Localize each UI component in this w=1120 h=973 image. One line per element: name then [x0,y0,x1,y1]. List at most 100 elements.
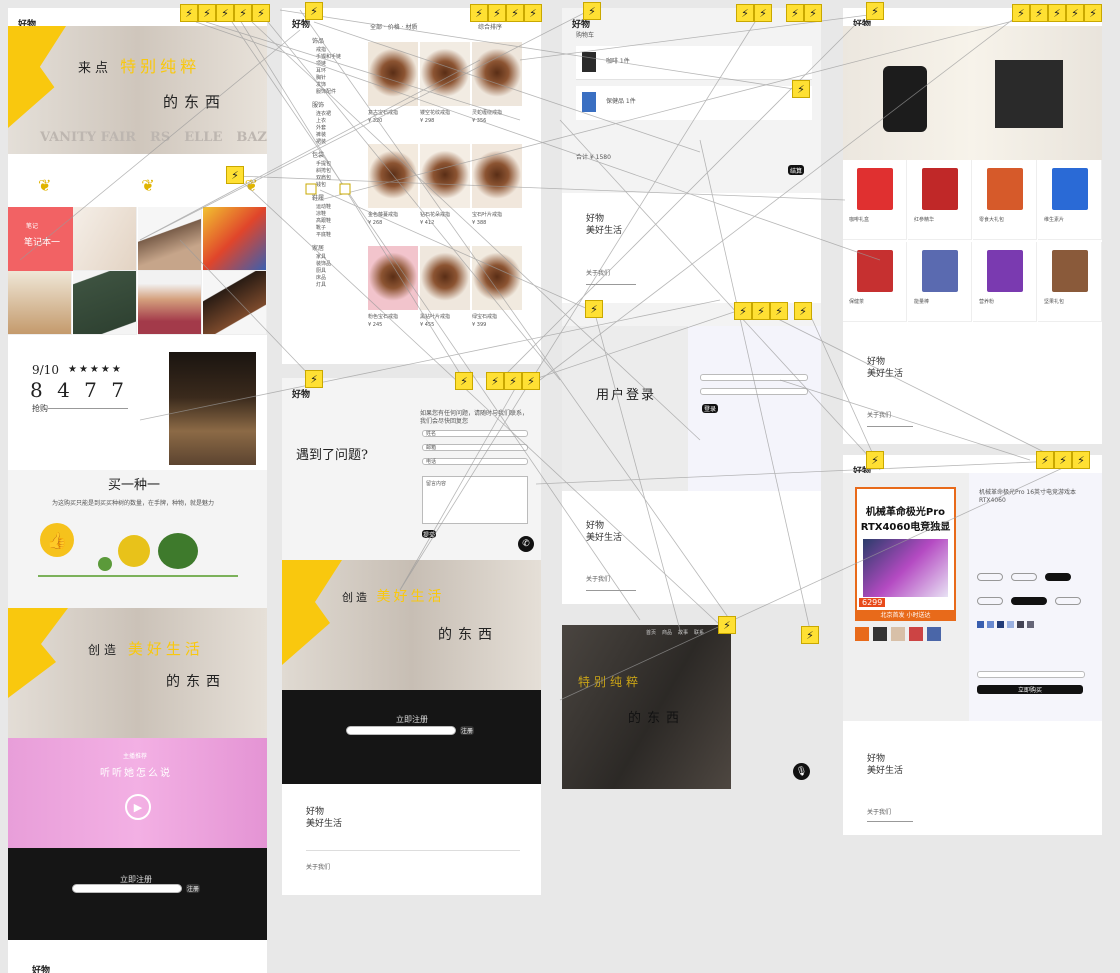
sidebar-group-title[interactable]: 家居 [312,245,324,253]
swatch[interactable] [1007,621,1014,628]
interaction-bolt-icon[interactable] [786,4,804,22]
cart-item[interactable]: 保健品 1件 [576,86,812,120]
interaction-bolt-icon[interactable] [1036,451,1054,469]
sidebar-item[interactable]: 厨具 [316,268,326,274]
interaction-bolt-icon[interactable] [754,4,772,22]
interaction-bolt-icon[interactable] [252,4,270,22]
footer2-link[interactable]: 关于我们 [586,576,610,584]
interaction-bolt-icon[interactable] [305,2,323,20]
footer-link[interactable]: 关于我们 [867,412,891,420]
subscribe-input[interactable] [346,726,456,735]
option-chip[interactable] [977,573,1003,581]
grid-tile[interactable] [8,271,72,335]
interaction-bolt-icon[interactable] [1072,451,1090,469]
interaction-bolt-icon[interactable] [524,4,542,22]
laptop-ad[interactable]: 机械革命极光Pro RTX4060电竞独显 6299 北京首发 小时送达 [855,487,956,621]
subscribe-input[interactable] [72,884,182,893]
sort-select[interactable]: 综合排序 [478,24,502,32]
contact-message[interactable]: 留言内容 [422,476,528,524]
nav-item[interactable]: 故事 [678,629,688,637]
sidebar-item[interactable]: 戒指 [316,47,326,53]
sidebar-item[interactable]: 灯具 [316,282,326,288]
swatch[interactable] [997,621,1004,628]
interaction-bolt-icon[interactable] [506,4,524,22]
logo[interactable]: 好物 [292,387,310,400]
interaction-bolt-icon[interactable] [1084,4,1102,22]
login-password[interactable] [700,388,808,395]
interaction-bolt-icon[interactable] [1066,4,1084,22]
footer-link[interactable]: 关于我们 [306,864,330,872]
interaction-bolt-icon[interactable] [198,4,216,22]
top-filter[interactable]: 全部 · 价格 · 材质 [370,24,417,32]
interaction-bolt-icon[interactable] [305,370,323,388]
sidebar-item[interactable]: 项链 [316,61,326,67]
contact-email[interactable] [422,444,528,451]
product-card[interactable]: 钻石花朵戒指 ¥ 412 [420,144,470,242]
grid-tile[interactable] [73,207,137,271]
sidebar-item[interactable]: 发饰 [316,82,326,88]
nav-item[interactable]: 商品 [662,629,672,637]
interaction-bolt-icon[interactable] [1054,451,1072,469]
sidebar-item[interactable]: 耳环 [316,68,326,74]
interaction-bolt-icon[interactable] [718,616,736,634]
footer-link[interactable]: 关于我们 [867,809,891,817]
interaction-bolt-icon[interactable] [226,166,244,184]
grid-tile[interactable] [73,271,137,335]
sidebar-item[interactable]: 裙装 [316,139,326,145]
product-card[interactable]: 灵蛇缠绕戒指 ¥ 356 [472,42,522,140]
nav-item[interactable]: 首页 [646,629,656,637]
sidebar-item[interactable]: 床品 [316,275,326,281]
product-card[interactable]: 坚果礼包 [1038,242,1102,322]
option-chip[interactable] [977,597,1003,605]
product-card[interactable]: 粉色宝石戒指 ¥ 245 [368,246,418,344]
product-card[interactable]: 镂空花纹戒指 ¥ 298 [420,42,470,140]
interaction-bolt-icon[interactable] [801,626,819,644]
interaction-bolt-icon[interactable] [804,4,822,22]
interaction-bolt-icon[interactable] [583,2,601,20]
footer-link[interactable]: 关于我们 [586,270,610,278]
interaction-bolt-icon[interactable] [1030,4,1048,22]
swatch[interactable] [977,621,984,628]
sidebar-item[interactable]: 胸针 [316,75,326,81]
sidebar-item[interactable]: 运动鞋 [316,204,331,210]
interaction-bolt-icon[interactable] [752,302,770,320]
contact-submit[interactable]: 提交 [422,530,436,539]
footer-logo[interactable]: 好物 [32,963,50,973]
product-card[interactable]: 金色藤蔓戒指 ¥ 268 [368,144,418,242]
product-card[interactable]: 黑钻叶片戒指 ¥ 455 [420,246,470,344]
thumb[interactable] [927,627,941,641]
perfume-image[interactable] [169,352,256,465]
interaction-bolt-icon[interactable] [770,302,788,320]
sidebar-group-title[interactable]: 服饰 [312,102,324,110]
sidebar-item[interactable]: 手提包 [316,161,331,167]
interaction-bolt-icon[interactable] [734,302,752,320]
sidebar-item[interactable]: 双肩包 [316,175,331,181]
product-card[interactable]: 宝石叶片戒指 ¥ 388 [472,144,522,242]
grid-tile[interactable] [138,207,202,271]
sidebar-group-title[interactable]: 鞋履 [312,195,324,203]
grid-tile[interactable] [203,271,267,335]
sidebar-item[interactable]: 凉鞋 [316,211,326,217]
interaction-bolt-icon[interactable] [736,4,754,22]
sidebar-item[interactable]: 裤装 [316,132,326,138]
interaction-bolt-icon[interactable] [180,4,198,22]
quantity-stepper[interactable] [977,671,1085,678]
sidebar-group-title[interactable]: 包袋 [312,152,324,160]
product-card[interactable]: 咖啡礼盒 [843,160,907,240]
notebook-feature[interactable]: 笔记 笔记本一 [8,207,73,271]
product-card[interactable]: 营养粉 [973,242,1037,322]
product-card[interactable]: 复古宝石戒指 ¥ 320 [368,42,418,140]
buy-button[interactable]: 立即购买 [977,685,1083,694]
contact-name[interactable] [422,430,528,437]
product-card[interactable]: 维生素片 [1038,160,1102,240]
interaction-bolt-icon[interactable] [488,4,506,22]
login-button[interactable]: 登录 [702,404,718,413]
product-card[interactable]: 红参精华 [908,160,972,240]
option-chip[interactable] [1045,573,1071,581]
grid-tile[interactable] [138,271,202,335]
option-chip[interactable] [1011,597,1047,605]
nav-item[interactable]: 联系 [694,629,704,637]
product-card[interactable]: 能量棒 [908,242,972,322]
interaction-bolt-icon[interactable] [486,372,504,390]
phone-icon[interactable]: ✆ [518,536,534,552]
